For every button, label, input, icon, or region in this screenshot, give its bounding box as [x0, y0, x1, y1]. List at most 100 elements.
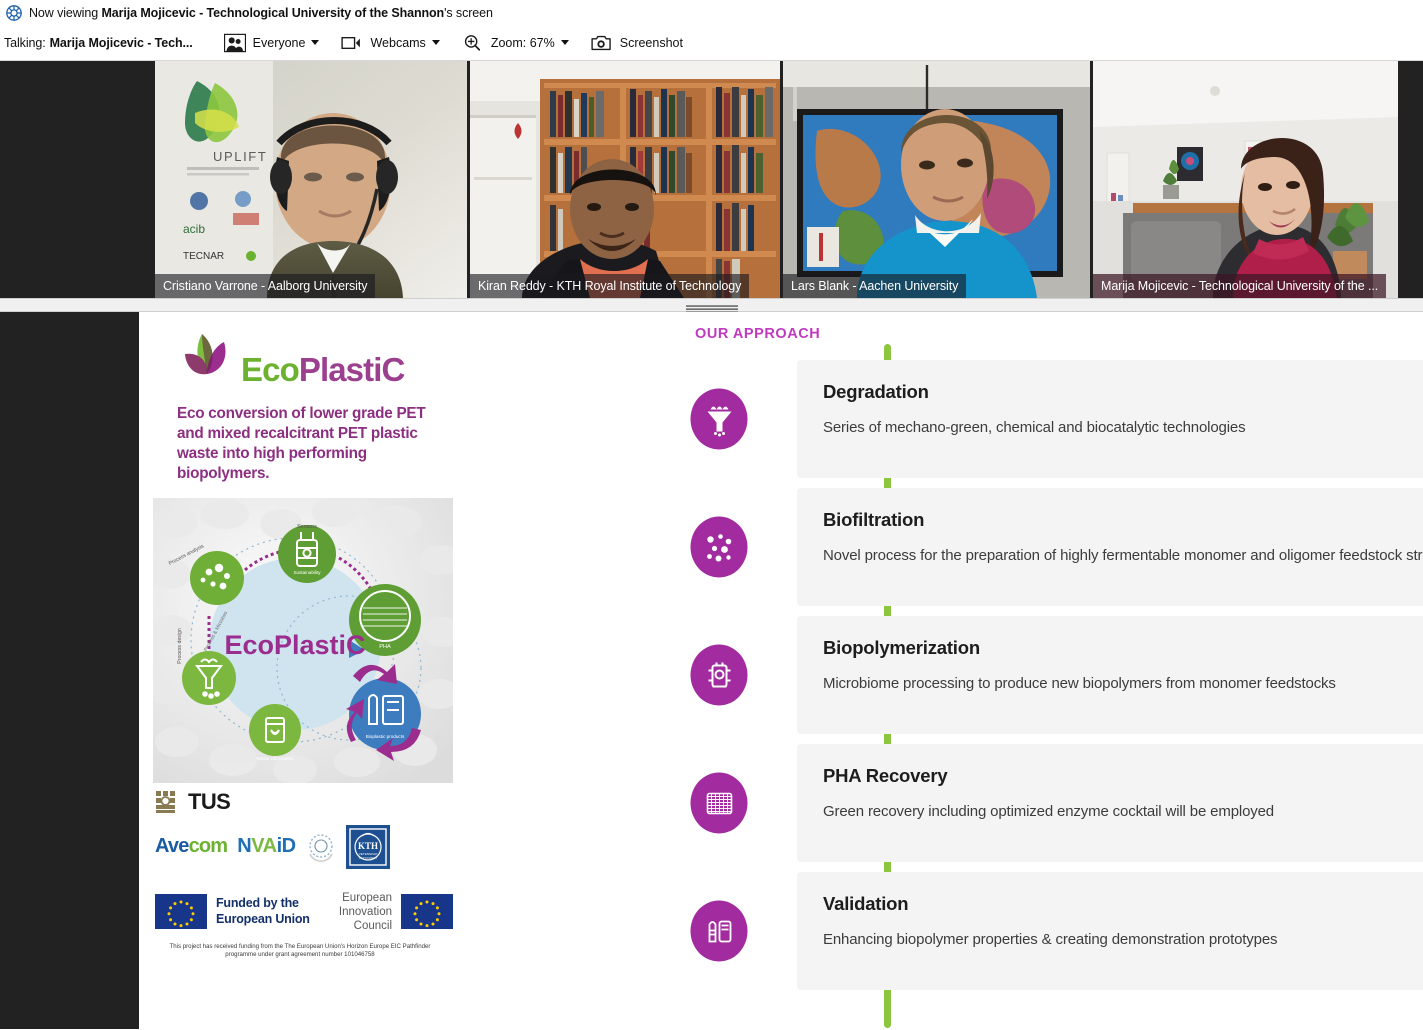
shared-screen-stage: EcoPlastiC Eco conversion of lower grade… [0, 312, 1423, 1029]
participant-tile-cristiano-varrone[interactable]: UPLIFT acib TECNAR Cristiano Varrone - A… [155, 61, 467, 298]
approach-step-desc: Microbiome processing to produce new bio… [823, 675, 1336, 692]
approach-step-title: Biopolymerization [823, 637, 980, 658]
svg-text:PHA: PHA [379, 644, 391, 650]
strip-left-pad [0, 61, 155, 298]
svg-text:TECNAR: TECNAR [183, 251, 224, 262]
approach-step-card: Degradation Series of mechano-green, che… [797, 360, 1423, 478]
approach-step-title: Validation [823, 893, 909, 914]
participant-tile-kiran-reddy[interactable]: Kiran Reddy - KTH Royal Institute of Tec… [470, 61, 780, 298]
slide-right-column: OUR APPROACH Degradation Series of mecha… [469, 312, 1423, 1029]
chevron-down-icon [311, 40, 320, 45]
leaf-logo-icon [177, 328, 239, 390]
video-feed [1093, 61, 1398, 298]
approach-step-desc: Series of mechano-green, chemical and bi… [823, 419, 1246, 436]
participant-name-label: Lars Blank - Aachen University [783, 274, 967, 298]
participant-tile-lars-blank[interactable]: Lars Blank - Aachen University [783, 61, 1090, 298]
approach-step-desc: Green recovery including optimized enzym… [823, 803, 1274, 820]
approach-step: Biopolymerization Microbiome processing … [469, 616, 1423, 734]
app-logo-icon [6, 4, 22, 21]
svg-text:OCH KONST: OCH KONST [358, 856, 377, 860]
approach-step-card: Biopolymerization Microbiome processing … [797, 616, 1423, 734]
webcam-strip: UPLIFT acib TECNAR Cristiano Varrone - A… [0, 61, 1423, 298]
ecoplastic-wordmark: EcoPlastiC [241, 351, 405, 388]
svg-text:Bioplastic products: Bioplastic products [366, 734, 405, 739]
everyone-button[interactable]: Everyone [215, 28, 329, 58]
zoom-in-icon [462, 33, 484, 53]
talking-speaker-name: Marija Mojicevic - Tech... [49, 35, 193, 50]
svg-text:Process design: Process design [177, 628, 183, 664]
funding-disclaimer: This project has received funding from t… [169, 942, 431, 959]
avecom-part-1: Ave [155, 835, 189, 857]
approach-step: Validation Enhancing biopolymer properti… [469, 872, 1423, 990]
kth-logo: KTH VETENSKAP OCH KONST [345, 824, 390, 869]
ecoplastic-cycle-diagram: Sensors Sustainability Process analysis [153, 497, 453, 783]
svg-text:Sustainability: Sustainability [293, 570, 321, 575]
approach-step: Biofiltration Novel process for the prep… [469, 488, 1423, 606]
logo-word-eco: Eco [241, 351, 300, 388]
chevron-down-icon [431, 40, 440, 45]
approach-step-title: Biofiltration [823, 509, 925, 530]
circular-partner-logo-icon [306, 832, 336, 862]
talking-indicator: Talking: Marija Mojicevic - Tech... [4, 36, 193, 50]
chevron-down-icon [560, 40, 569, 45]
approach-section-title: OUR APPROACH [695, 326, 821, 342]
bottles-validation-icon [690, 900, 748, 962]
approach-step-title: Degradation [823, 381, 929, 402]
panel-splitter[interactable] [0, 298, 1423, 313]
partner-logos: TUS Avecom NVAiD KTH VETENSKAP OCH KONST… [153, 789, 453, 961]
approach-step-card: Biofiltration Novel process for the prep… [797, 488, 1423, 606]
approach-step-desc: Novel process for the preparation of hig… [823, 547, 1423, 564]
tus-label: TUS [188, 788, 231, 814]
approach-step-card: Validation Enhancing biopolymer properti… [797, 872, 1423, 990]
novaid-logo: NVAiD [237, 835, 297, 858]
participant-name-label: Marija Mojicevic - Technological Univers… [1093, 274, 1387, 298]
svg-text:KTH: KTH [358, 841, 378, 851]
avecom-part-2: com [188, 835, 229, 857]
video-feed [470, 61, 780, 298]
participant-tile-marija-mojicevic[interactable]: Marija Mojicevic - Technological Univers… [1093, 61, 1398, 298]
molecules-biofiltration-icon [690, 516, 748, 578]
tus-crest-icon [155, 789, 181, 815]
zoom-level-label: Zoom: 67% [490, 35, 555, 50]
svg-text:acib: acib [183, 222, 205, 236]
video-feed: UPLIFT acib TECNAR [155, 61, 467, 298]
svg-text:UPLIFT: UPLIFT [213, 149, 267, 164]
eu-funding-label: Funded by the European Union [216, 895, 310, 926]
svg-text:Waste valorisation: Waste valorisation [256, 756, 294, 761]
eic-label: European Innovation Council [338, 891, 392, 932]
now-viewing-presenter: Marija Mojicevic - Technological Univers… [101, 5, 445, 20]
funnel-degradation-icon [690, 388, 748, 450]
novaid-part-1: N [237, 835, 252, 857]
bioreactor-icon [690, 644, 748, 706]
funding-logo-row: Funded by the European Union European In… [153, 891, 453, 933]
video-feed [783, 61, 1090, 298]
diagram-center-label: EcoPlastiC [224, 630, 365, 660]
novaid-part-2: VA [251, 835, 277, 857]
now-viewing-label: Now viewing Marija Mojicevic - Technolog… [29, 6, 493, 20]
eu-flag-icon [155, 894, 207, 930]
window-title-bar: Now viewing Marija Mojicevic - Technolog… [0, 0, 1423, 25]
membrane-recovery-icon [690, 772, 748, 834]
slide-tagline: Eco conversion of lower grade PET and mi… [177, 405, 426, 482]
everyone-label: Everyone [252, 35, 306, 50]
now-viewing-suffix: 's screen [444, 5, 493, 20]
partner-logo-row: Avecom NVAiD KTH VETENSKAP OCH KONST [153, 824, 453, 869]
people-icon [223, 33, 246, 53]
webcams-button[interactable]: Webcams [332, 28, 448, 58]
stage-left-letterbox [0, 312, 139, 1029]
approach-step-card: PHA Recovery Green recovery including op… [797, 744, 1423, 862]
now-viewing-prefix: Now viewing [29, 5, 102, 20]
slide-left-column: EcoPlastiC Eco conversion of lower grade… [139, 312, 469, 1029]
zoom-button[interactable]: Zoom: 67% [453, 28, 578, 58]
webcam-icon [341, 33, 363, 53]
novaid-part-3: iD [276, 835, 297, 857]
camera-icon [591, 33, 613, 53]
ecoplastic-logo: EcoPlastiC [139, 328, 469, 390]
approach-step: PHA Recovery Green recovery including op… [469, 744, 1423, 862]
participant-name-label: Cristiano Varrone - Aalborg University [155, 274, 376, 298]
screenshot-button[interactable]: Screenshot [582, 28, 692, 58]
svg-text:Sensors: Sensors [297, 524, 317, 530]
viewer-toolbar: Talking: Marija Mojicevic - Tech... Every… [0, 25, 1423, 61]
tus-logo: TUS [153, 789, 453, 815]
participant-name-label: Kiran Reddy - KTH Royal Institute of Tec… [470, 274, 750, 298]
